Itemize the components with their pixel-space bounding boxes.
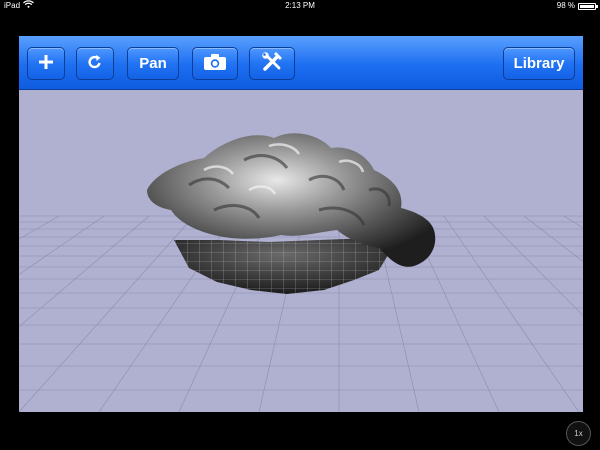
add-button[interactable]: [27, 47, 65, 80]
scene-canvas: [19, 133, 583, 412]
tools-button[interactable]: [249, 47, 295, 80]
3d-viewport[interactable]: [19, 90, 583, 412]
battery-level: [580, 4, 594, 8]
zoom-indicator[interactable]: 1x: [566, 421, 591, 446]
reset-view-button[interactable]: [76, 47, 114, 80]
plus-icon: [38, 54, 54, 74]
rotate-icon: [86, 53, 104, 75]
library-label: Library: [513, 55, 565, 72]
pan-button[interactable]: Pan: [127, 47, 179, 80]
status-time: 2:13 PM: [285, 1, 315, 10]
status-bar: iPad 2:13 PM 98 %: [0, 0, 600, 12]
snapshot-button[interactable]: [192, 47, 238, 80]
pan-label: Pan: [139, 55, 167, 72]
battery-icon: [578, 2, 598, 10]
status-right: 98 %: [556, 0, 598, 12]
rock-model: [147, 133, 436, 294]
app-screen: Pan Library: [19, 36, 583, 412]
tools-icon: [261, 51, 283, 77]
camera-icon: [203, 53, 227, 75]
battery-percent: 98 %: [556, 1, 575, 10]
library-button[interactable]: Library: [503, 47, 575, 80]
toolbar: Pan Library: [19, 36, 583, 90]
